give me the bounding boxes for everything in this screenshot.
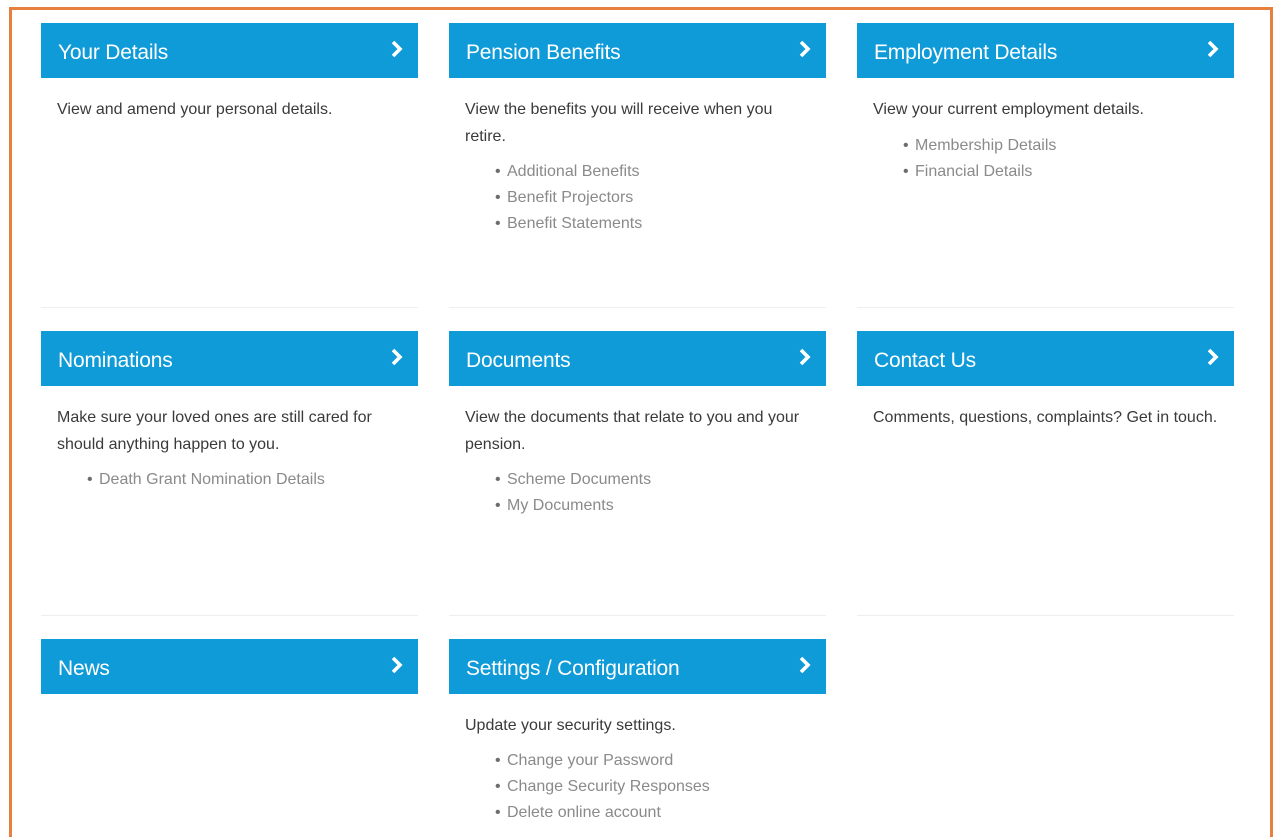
tile-title: Documents bbox=[466, 349, 571, 372]
financial-details-link[interactable]: Financial Details bbox=[915, 163, 1032, 180]
bullet-icon: • bbox=[495, 163, 501, 180]
list-item: • Membership Details bbox=[903, 133, 1056, 159]
bullet-icon: • bbox=[495, 471, 501, 488]
chevron-right-icon bbox=[390, 40, 404, 58]
my-documents-link[interactable]: My Documents bbox=[507, 497, 614, 514]
documents-header-button[interactable]: Documents bbox=[449, 331, 826, 386]
tile-title: Settings / Configuration bbox=[466, 657, 680, 680]
bullet-icon: • bbox=[495, 215, 501, 232]
divider bbox=[857, 615, 1234, 616]
list-item: • Change your Password bbox=[495, 748, 710, 774]
death-grant-nomination-details-link[interactable]: Death Grant Nomination Details bbox=[99, 471, 325, 488]
list-item: • Benefit Statements bbox=[495, 211, 642, 237]
nominations-header-button[interactable]: Nominations bbox=[41, 331, 418, 386]
chevron-right-icon bbox=[798, 348, 812, 366]
chevron-right-icon bbox=[390, 348, 404, 366]
link-list: • Additional Benefits • Benefit Projectors… bbox=[495, 159, 642, 237]
bullet-icon: • bbox=[903, 137, 909, 154]
link-list: • Death Grant Nomination Details bbox=[87, 467, 325, 493]
tile-title: Contact Us bbox=[874, 349, 976, 372]
bullet-icon: • bbox=[495, 189, 501, 206]
news-header-button[interactable]: News bbox=[41, 639, 418, 694]
tile-description: View your current employment details. bbox=[873, 101, 1144, 118]
settings-configuration-header-button[interactable]: Settings / Configuration bbox=[449, 639, 826, 694]
benefit-projectors-link[interactable]: Benefit Projectors bbox=[507, 189, 633, 206]
tile-title: Your Details bbox=[58, 41, 169, 64]
bullet-icon: • bbox=[495, 778, 501, 795]
tile-description: Make sure your loved ones are still care… bbox=[57, 409, 372, 453]
tile-title: Pension Benefits bbox=[466, 41, 621, 64]
chevron-right-icon bbox=[390, 656, 404, 674]
your-details-header-button[interactable]: Your Details bbox=[41, 23, 418, 78]
list-item: • Change Security Responses bbox=[495, 774, 710, 800]
tile-description: Comments, questions, complaints? Get in … bbox=[873, 409, 1218, 426]
contact-us-header-button[interactable]: Contact Us bbox=[857, 331, 1234, 386]
change-security-responses-link[interactable]: Change Security Responses bbox=[507, 778, 710, 795]
divider bbox=[449, 307, 826, 308]
list-item: • Benefit Projectors bbox=[495, 185, 642, 211]
tile-description: Update your security settings. bbox=[465, 717, 676, 734]
chevron-right-icon bbox=[798, 656, 812, 674]
list-item: • Financial Details bbox=[903, 159, 1056, 185]
link-list: • Change your Password • Change Security R… bbox=[495, 748, 710, 826]
tile-title: Nominations bbox=[58, 349, 173, 372]
pension-benefits-header-button[interactable]: Pension Benefits bbox=[449, 23, 826, 78]
change-password-link[interactable]: Change your Password bbox=[507, 752, 673, 769]
chevron-right-icon bbox=[1206, 348, 1220, 366]
bullet-icon: • bbox=[495, 752, 501, 769]
employment-details-header-button[interactable]: Employment Details bbox=[857, 23, 1234, 78]
bullet-icon: • bbox=[87, 471, 93, 488]
bullet-icon: • bbox=[495, 497, 501, 514]
divider bbox=[41, 307, 418, 308]
benefit-statements-link[interactable]: Benefit Statements bbox=[507, 215, 642, 232]
link-list: • Scheme Documents • My Documents bbox=[495, 467, 651, 519]
list-item: • Additional Benefits bbox=[495, 159, 642, 185]
divider bbox=[449, 615, 826, 616]
list-item: • My Documents bbox=[495, 493, 651, 519]
tile-description: View and amend your personal details. bbox=[57, 101, 333, 118]
scheme-documents-link[interactable]: Scheme Documents bbox=[507, 471, 651, 488]
divider bbox=[41, 615, 418, 616]
chevron-right-icon bbox=[798, 40, 812, 58]
delete-online-account-link[interactable]: Delete online account bbox=[507, 804, 661, 821]
membership-details-link[interactable]: Membership Details bbox=[915, 137, 1056, 154]
tile-title: Employment Details bbox=[874, 41, 1058, 64]
link-list: • Membership Details • Financial Details bbox=[903, 133, 1056, 185]
chevron-right-icon bbox=[1206, 40, 1220, 58]
list-item: • Scheme Documents bbox=[495, 467, 651, 493]
bullet-icon: • bbox=[903, 163, 909, 180]
tile-description: View the documents that relate to you an… bbox=[465, 409, 800, 453]
tile-title: News bbox=[58, 657, 110, 680]
additional-benefits-link[interactable]: Additional Benefits bbox=[507, 163, 640, 180]
bullet-icon: • bbox=[495, 804, 501, 821]
divider bbox=[857, 307, 1234, 308]
tile-description: View the benefits you will receive when … bbox=[465, 101, 773, 145]
list-item: • Death Grant Nomination Details bbox=[87, 467, 325, 493]
list-item: • Delete online account bbox=[495, 800, 710, 826]
